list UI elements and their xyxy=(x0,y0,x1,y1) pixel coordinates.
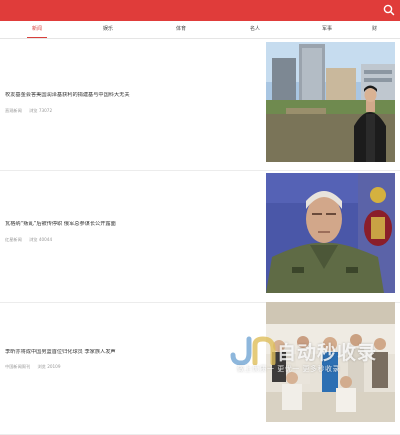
category-tabs: 新闻 娱乐 体育 名人 军事 财 xyxy=(0,21,400,39)
news-item[interactable]: 瓦格纳“叛乱”后被传停职 俄军总参谋长公开露面 红星新闻 浏览 40044 xyxy=(0,170,400,303)
news-meta: 直观新闻 浏览 73072 xyxy=(5,108,52,114)
news-item[interactable]: 李昕亦将成中国男篮首位归化球员 李家族人发声 中国新闻周刊 浏览 20109 xyxy=(0,302,400,435)
news-item[interactable]: 校友基金会答美国润泽基获利的捐建基与中国科大无关 直观新闻 浏览 73072 xyxy=(0,38,400,171)
news-title[interactable]: 瓦格纳“叛乱”后被传停职 俄军总参谋长公开露面 xyxy=(5,221,255,228)
tab-finance[interactable]: 财 xyxy=(372,21,400,38)
tab-military[interactable]: 军事 xyxy=(307,21,347,38)
top-bar xyxy=(0,0,400,21)
news-thumbnail[interactable] xyxy=(266,42,395,162)
news-views: 浏览 73072 xyxy=(29,108,53,113)
tab-sports[interactable]: 体育 xyxy=(161,21,201,38)
news-source: 红星新闻 xyxy=(5,237,22,242)
news-source: 直观新闻 xyxy=(5,108,22,113)
news-meta: 中国新闻周刊 浏览 20109 xyxy=(5,364,61,370)
tab-entertainment[interactable]: 娱乐 xyxy=(88,21,128,38)
news-meta: 红星新闻 浏览 40044 xyxy=(5,237,52,243)
tab-news[interactable]: 新闻 xyxy=(17,21,57,38)
tab-celebrities[interactable]: 名人 xyxy=(235,21,275,38)
search-icon[interactable] xyxy=(382,3,396,17)
news-title[interactable]: 李昕亦将成中国男篮首位归化球员 李家族人发声 xyxy=(5,349,255,356)
news-views: 浏览 40044 xyxy=(29,237,53,242)
news-thumbnail[interactable] xyxy=(266,173,395,293)
news-title[interactable]: 校友基金会答美国润泽基获利的捐建基与中国科大无关 xyxy=(5,92,255,99)
news-views: 浏览 20109 xyxy=(37,364,61,369)
news-thumbnail[interactable] xyxy=(266,302,395,422)
news-source: 中国新闻周刊 xyxy=(5,364,31,369)
